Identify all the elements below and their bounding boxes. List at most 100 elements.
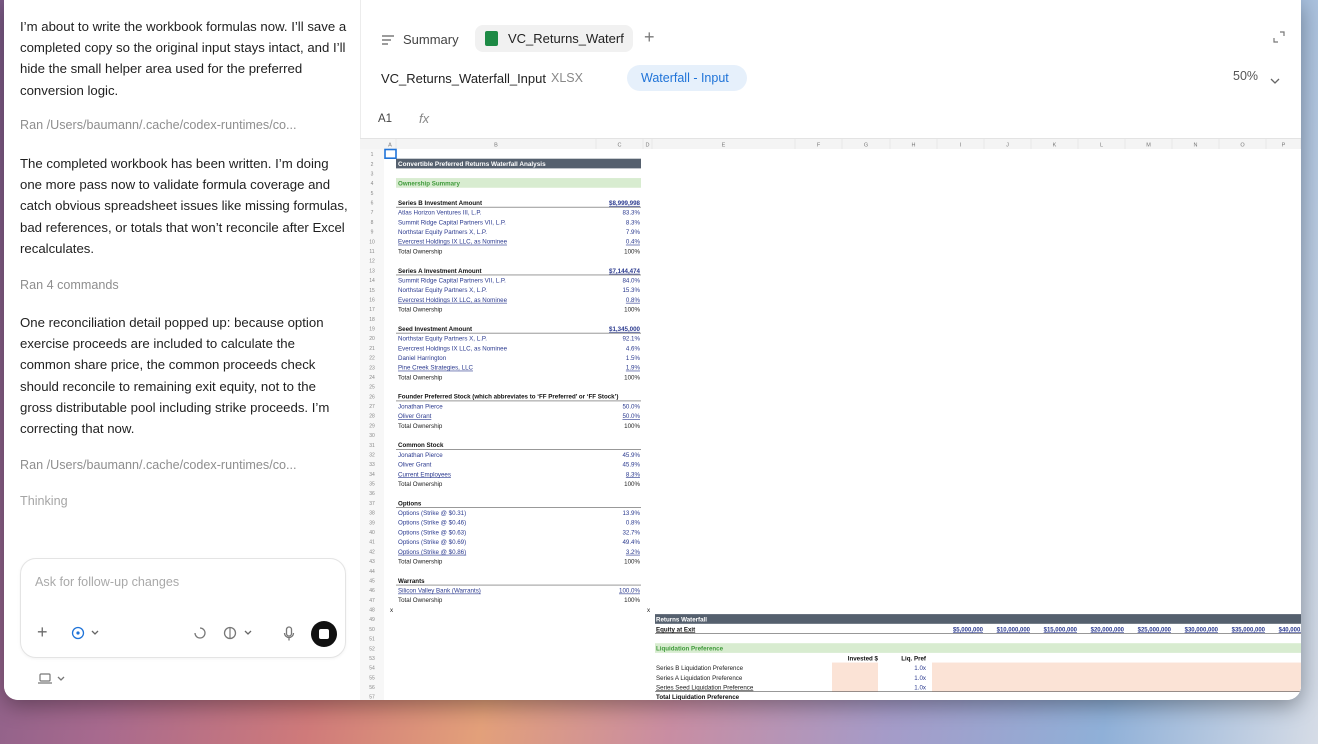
column-header-D: D: [646, 143, 650, 149]
stop-button[interactable]: [311, 621, 337, 647]
tab-file[interactable]: VC_Returns_Waterf: [475, 25, 633, 52]
row-number: 31: [369, 443, 375, 449]
holder-name: Northstar Equity Partners X, L.P.: [398, 336, 487, 343]
waterfall-band: [655, 614, 1301, 624]
section-header: Series A Investment Amount: [398, 268, 482, 275]
holder-name: Options (Strike @ $0.86): [398, 549, 466, 556]
holder-percent: 92.1%: [622, 336, 640, 343]
row-number: 35: [369, 482, 375, 488]
column-header-A: A: [388, 143, 392, 149]
row-number: 1: [371, 152, 374, 158]
row-number: 20: [369, 336, 375, 342]
holder-name: Silicon Valley Bank (Warrants): [398, 588, 481, 595]
row-number: 17: [369, 307, 375, 313]
holder-percent: 0.8%: [626, 297, 641, 304]
exit-value: $35,000,000: [1232, 627, 1266, 633]
row-number: 38: [369, 511, 375, 517]
sheet-tab-waterfall-input[interactable]: Waterfall - Input: [627, 65, 747, 91]
row-number: 36: [369, 491, 375, 497]
row-number: 42: [369, 549, 375, 555]
section-amount: $8,999,998: [609, 200, 641, 207]
tab-summary[interactable]: Summary: [403, 32, 459, 47]
row-number: 21: [369, 346, 375, 352]
holder-name: Jonathan Pierce: [398, 403, 443, 410]
holder-name: Daniel Harrington: [398, 355, 447, 362]
holder-name: Jonathan Pierce: [398, 452, 443, 459]
section-amount: $1,345,000: [609, 326, 641, 333]
spreadsheet-grid[interactable]: A B C D E F G H I J K L M N O P 1 2 3 4 5 6 7 8 9 10 11 12 13 14 15 16 1…: [360, 138, 1301, 700]
x-marker: x: [647, 607, 651, 614]
row-number: 56: [369, 685, 375, 691]
selected-cell-a1: [384, 148, 397, 159]
exit-value: $15,000,000: [1044, 627, 1078, 633]
composer: Ask for follow-up changes +: [20, 558, 346, 658]
column-header-bar: [360, 139, 1301, 149]
liq-row-label: Series B Liquidation Preference: [656, 665, 744, 672]
column-header-N: N: [1194, 143, 1198, 149]
holder-percent: 1.9%: [626, 365, 641, 372]
microphone-icon[interactable]: [283, 626, 295, 645]
holder-percent: 45.9%: [622, 462, 640, 469]
row-number: 50: [369, 627, 375, 633]
holder-name: Summit Ridge Capital Partners VII, L.P.: [398, 277, 506, 284]
row-number: 5: [371, 191, 374, 197]
holder-name: Summit Ridge Capital Partners VII, L.P.: [398, 219, 506, 226]
holder-name: Pine Creek Strategies, LLC: [398, 365, 474, 372]
row-number: 13: [369, 268, 375, 274]
column-header-G: G: [864, 143, 868, 149]
row-number: 49: [369, 617, 375, 623]
file-name: VC_Returns_Waterfall_Input: [381, 71, 546, 86]
row-number: 3: [371, 171, 374, 177]
row-number: 25: [369, 385, 375, 391]
holder-name: Oliver Grant: [398, 413, 432, 420]
chevron-down-icon[interactable]: [1270, 72, 1280, 90]
holder-percent: 84.0%: [622, 277, 640, 284]
exit-value: $5,000,000: [953, 627, 984, 633]
column-header-J: J: [1006, 143, 1009, 149]
progress-icon: [193, 626, 207, 643]
total-ownership-label: Total Ownership: [398, 248, 443, 255]
holder-percent: 45.9%: [622, 452, 640, 459]
ran-command-row[interactable]: Ran /Users/baumann/.cache/codex-runtimes…: [20, 118, 350, 132]
holder-name: Current Employees: [398, 471, 451, 478]
row-number: 10: [369, 239, 375, 245]
row-number: 44: [369, 569, 375, 575]
app-window: I’m about to write the workbook formulas…: [4, 0, 1301, 700]
liq-multiple: 1.0x: [914, 665, 927, 672]
holder-name: Northstar Equity Partners X, L.P.: [398, 287, 487, 294]
row-number: 46: [369, 588, 375, 594]
holder-percent: 0.8%: [626, 520, 641, 527]
section-header: Founder Preferred Stock (which abbreviat…: [398, 394, 618, 401]
holder-name: Northstar Equity Partners X, L.P.: [398, 229, 487, 236]
row-number: 51: [369, 637, 375, 643]
holder-percent: 7.9%: [626, 229, 641, 236]
row-number: 23: [369, 365, 375, 371]
laptop-icon[interactable]: [38, 672, 72, 691]
thinking-status: Thinking: [20, 494, 68, 508]
reasoning-selector-icon[interactable]: [223, 626, 255, 643]
ran-command-row[interactable]: Ran /Users/baumann/.cache/codex-runtimes…: [20, 458, 350, 472]
row-number: 14: [369, 278, 375, 284]
total-ownership-label: Total Ownership: [398, 481, 443, 488]
row-number: 28: [369, 414, 375, 420]
row-number: 11: [369, 249, 374, 255]
follow-up-input[interactable]: Ask for follow-up changes: [35, 575, 179, 589]
holder-percent: 13.9%: [622, 510, 640, 517]
holder-percent: 50.0%: [622, 413, 640, 420]
row-number: 15: [369, 288, 375, 294]
total-ownership-label: Total Ownership: [398, 307, 443, 314]
plus-icon[interactable]: +: [37, 622, 48, 643]
exit-value: $40,000,000: [1279, 627, 1301, 633]
new-tab-plus-icon[interactable]: +: [644, 27, 655, 48]
assistant-message: The completed workbook has been written.…: [20, 156, 348, 256]
row-number: 6: [371, 201, 374, 207]
expand-icon[interactable]: [1273, 30, 1285, 48]
ran-commands-row[interactable]: Ran 4 commands: [20, 278, 350, 292]
liq-multiple: 1.0x: [914, 684, 927, 691]
formula-icon: fx: [419, 111, 430, 126]
liquidation-preference-label: Liquidation Preference: [656, 646, 724, 653]
row-number: 45: [369, 578, 375, 584]
liq-multiple: 1.0x: [914, 675, 927, 682]
model-selector-icon[interactable]: [71, 626, 101, 643]
zoom-level[interactable]: 50%: [1233, 69, 1258, 83]
